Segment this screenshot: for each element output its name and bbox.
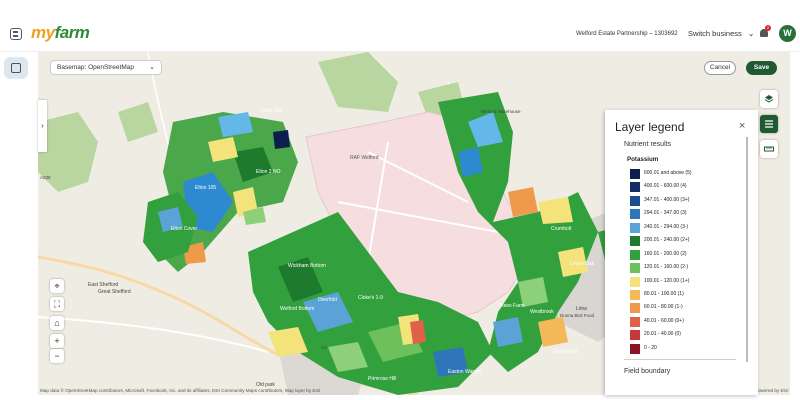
svg-text:Elton Cover: Elton Cover [171,226,197,232]
svg-text:Westbrook: Westbrook [530,309,554,315]
svg-text:Crumbolt: Crumbolt [551,226,572,232]
zoom-in-button[interactable]: + [50,334,64,348]
fullscreen-button[interactable]: ⛶ [50,297,64,311]
legend-swatch [630,303,640,314]
legend-label: 200.01 - 240.00 (2+) [644,237,690,244]
legend-label: 100.01 - 120.00 (1+) [644,277,690,284]
svg-text:Rush Field: Rush Field [553,349,577,355]
map-attribution: Map data © OpenStreetMap contributors, M… [40,388,321,393]
svg-text:Elton 2 NO: Elton 2 NO [256,169,281,175]
legend-swatch [630,249,640,260]
legend-divider [624,359,736,360]
close-icon[interactable]: × [739,120,745,132]
panel-icon [11,63,21,73]
svg-text:A4: A4 [321,345,327,350]
locate-icon: ⌖ [54,281,60,291]
app-window: myfarm Welford Estate Partnership – 1303… [0,0,800,400]
svg-text:Elton 105: Elton 105 [261,108,282,114]
svg-text:Welford Bottom: Welford Bottom [280,306,314,312]
legend-label: 294.01 - 347.00 (3) [644,210,687,217]
legend-scrollbar[interactable] [746,137,748,362]
measure-tool-button[interactable] [760,140,778,158]
logo[interactable]: myfarm [31,23,90,43]
menu-toggle-icon[interactable] [10,28,22,40]
legend-swatch [630,263,640,274]
svg-text:Deerfold: Deerfold [318,297,337,303]
chevron-down-icon: ⌄ [149,64,155,71]
chevron-down-icon: ⌄ [747,29,755,38]
notification-badge: 2 [765,25,771,31]
legend-swatch [630,276,640,287]
logo-my: my [31,23,55,42]
legend-swatch [630,182,640,193]
svg-text:Great Shefford: Great Shefford [98,289,131,295]
legend-label: 120.01 - 160.00 (2-) [644,264,689,271]
list-icon [765,120,773,128]
legend-label: 40.01 - 60.00 (0+) [644,317,684,324]
legend-label: 600.01 and above (5) [644,170,692,176]
layers-tool-button[interactable] [760,90,778,108]
expand-panel-chevron-icon[interactable]: › [38,100,47,152]
home-button[interactable]: ⌂ [50,316,64,330]
svg-text:Rees Farm: Rees Farm [500,303,525,309]
legend-label: 400.01 - 600.00 (4) [644,183,687,190]
svg-text:Welford Warehouse: Welford Warehouse [481,109,521,114]
svg-text:East Shefford: East Shefford [88,282,118,288]
svg-text:A338: A338 [40,175,51,180]
ruler-icon [764,146,774,152]
basemap-label: Basemap: OpenStreetMap [57,64,134,71]
zoom-out-button[interactable]: − [50,349,64,363]
locate-button[interactable]: ⌖ [50,279,64,293]
legend-label: 0 - 20 [644,344,657,351]
map-attribution-right: owered by Esri [758,388,789,393]
cancel-button[interactable]: Cancel [704,61,736,75]
field-boundary-heading: Field boundary [624,368,671,375]
organization-name: Welford Estate Partnership – 1303692 [576,31,678,37]
svg-text:Lower Oak: Lower Oak [570,261,595,267]
legend-label: 240.01 - 294.00 (3-) [644,223,689,230]
legend-swatch [630,169,640,179]
legend-swatch [630,289,640,300]
legend-label: 20.01 - 40.00 (0) [644,331,681,338]
svg-text:Cloke's 1-9: Cloke's 1-9 [358,295,383,301]
svg-text:Wickham Bottom: Wickham Bottom [288,263,326,269]
legend-tool-button[interactable] [760,115,778,133]
legend-swatch [630,343,640,354]
legend-swatch [630,316,640,327]
legend-label: 60.01 - 80.00 (1-) [644,304,683,311]
svg-text:Lima: Lima [576,306,587,312]
legend-label: 160.01 - 200.00 (2) [644,250,687,257]
user-avatar[interactable]: W [779,25,796,42]
legend-label: 347.01 - 400.00 (3+) [644,196,690,203]
legend-swatch [630,236,640,247]
switch-business-button[interactable]: Switch business ⌄ [688,29,754,38]
legend-swatch [630,330,640,341]
legend-swatch [630,209,640,220]
basemap-select[interactable]: Basemap: OpenStreetMap ⌄ [50,60,162,75]
layers-panel-toggle[interactable] [4,57,28,79]
svg-text:RAF Welford: RAF Welford [350,155,379,161]
legend-section-heading: Nutrient results [624,141,672,148]
svg-text:Dunna Bird Food: Dunna Bird Food [560,313,595,318]
layers-icon [764,95,774,103]
legend-swatch [630,222,640,233]
legend-swatch [630,195,640,206]
fullscreen-icon: ⛶ [53,299,61,309]
home-icon: ⌂ [54,318,60,328]
svg-text:Primrose Hill: Primrose Hill [368,376,396,382]
svg-text:Elton 105: Elton 105 [195,185,216,191]
layer-legend-panel: Layer legend × Nutrient results Potassiu… [605,110,758,395]
legend-label: 80.01 - 100.00 (1) [644,290,684,297]
nutrient-name: Potassium [627,156,659,163]
top-bar: myfarm Welford Estate Partnership – 1303… [0,18,800,52]
save-button[interactable]: Save [746,61,777,75]
logo-farm: farm [54,23,90,42]
svg-text:Easton Warren: Easton Warren [448,369,481,375]
legend-title: Layer legend [615,120,685,134]
notification-bell-icon[interactable]: 2 [759,25,771,39]
switch-business-label: Switch business [688,29,742,38]
